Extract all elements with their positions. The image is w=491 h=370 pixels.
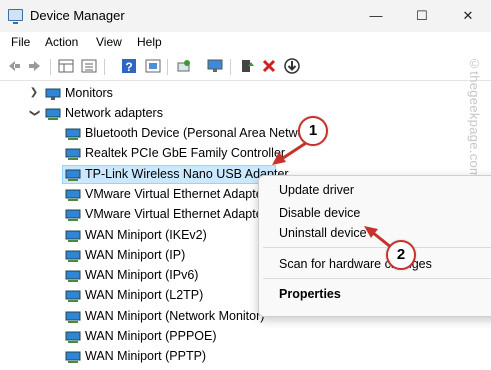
arrow-1	[279, 141, 307, 162]
tree-item-adapter[interactable]: WAN Miniport (PPTP)	[0, 346, 480, 366]
step-badge-1: 1	[298, 116, 328, 146]
step-badge-2: 2	[386, 240, 416, 270]
network-adapter-icon	[65, 350, 81, 363]
tree-label: WAN Miniport (PPTP)	[85, 349, 207, 363]
annotation-arrows	[272, 141, 393, 250]
